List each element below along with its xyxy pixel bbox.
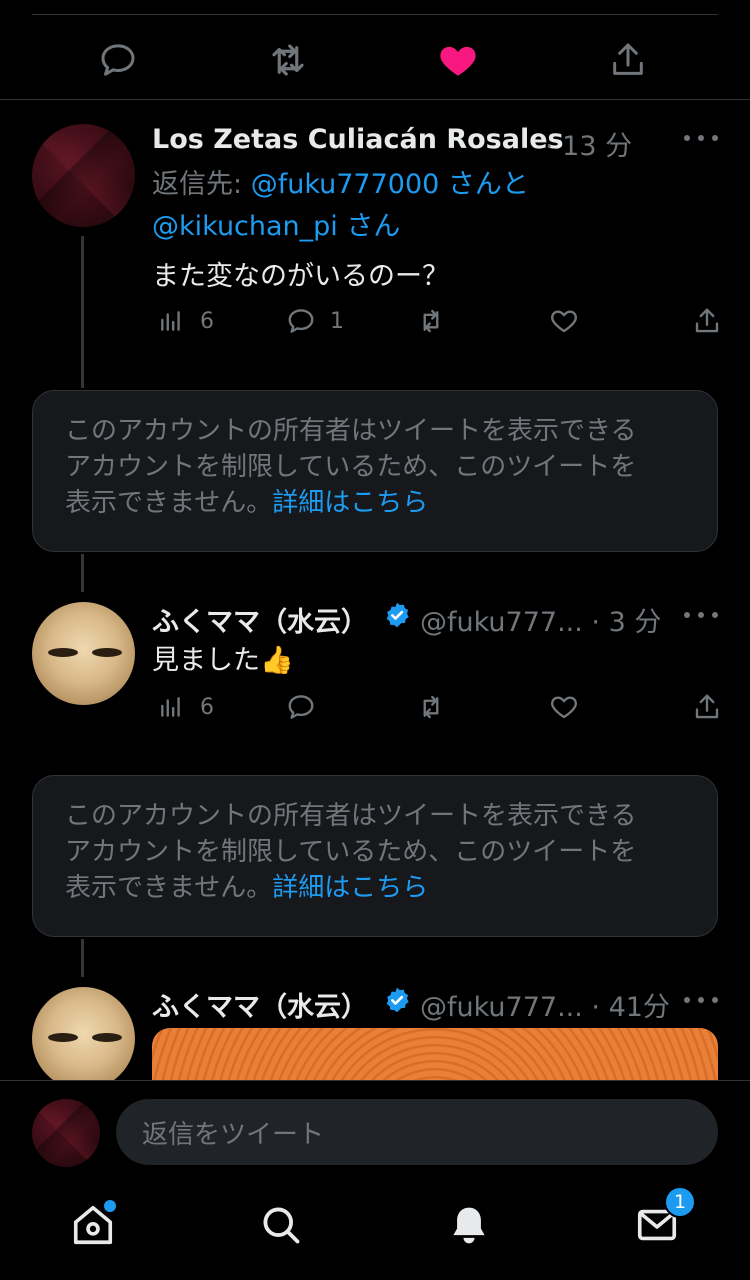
views-icon [156, 306, 186, 336]
search-icon [263, 1207, 300, 1244]
new-content-dot [104, 1200, 116, 1212]
reply-prefix: 返信先: [152, 169, 243, 200]
retweet-icon [272, 44, 304, 76]
like-metric[interactable] [549, 692, 579, 722]
reply-icon [101, 44, 135, 76]
reply-compose-bar: 返信をツイート [0, 1080, 750, 1180]
reply-to-line: 返信先: @fuku777000 さんと [152, 162, 529, 201]
reply-count: 1 [330, 308, 344, 334]
bottom-tab-bar: 1 [0, 1180, 750, 1280]
avatar[interactable] [32, 987, 135, 1090]
messages-badge: 1 [664, 1186, 696, 1218]
verified-badge-icon [386, 602, 409, 628]
focused-tweet-actions [0, 0, 750, 100]
tab-home[interactable] [68, 1200, 118, 1250]
avatar[interactable] [32, 602, 135, 705]
reply-user-link[interactable]: @kikuchan_pi [152, 211, 338, 242]
views-metric[interactable]: 6 [156, 692, 214, 722]
reply-icon [286, 306, 316, 336]
notice-line: 表示できません。 [65, 488, 273, 518]
share-icon [613, 43, 643, 75]
retweet-icon [416, 692, 446, 722]
tweet-handle-time: @fuku777... · 3 分 [420, 607, 662, 638]
avatar[interactable] [32, 124, 135, 227]
notice-line: このアカウントの所有者はツイートを表示できる [65, 801, 637, 831]
notice-line: このアカウントの所有者はツイートを表示できる [65, 416, 637, 446]
restricted-tweet-notice: このアカウントの所有者はツイートを表示できる アカウントを制限しているため、この… [32, 390, 718, 552]
reply-icon [286, 692, 316, 722]
retweet-button[interactable] [266, 38, 310, 82]
retweet-metric[interactable] [416, 692, 446, 722]
views-icon [156, 692, 186, 722]
my-avatar[interactable] [32, 1099, 100, 1167]
tweet-handle-time: @fuku777... · 41分 [420, 992, 670, 1023]
reply-metric[interactable]: 1 [286, 306, 344, 336]
share-metric[interactable] [692, 692, 722, 722]
tab-search[interactable] [256, 1200, 306, 1250]
heart-icon [549, 306, 579, 336]
retweet-metric[interactable] [416, 306, 446, 336]
heart-icon [549, 692, 579, 722]
learn-more-link[interactable]: 詳細はこちら [272, 488, 428, 518]
restricted-tweet-notice: このアカウントの所有者はツイートを表示できる アカウントを制限しているため、この… [32, 775, 718, 937]
author-name[interactable]: ふくママ（水云） [152, 600, 368, 639]
reply-button[interactable] [96, 38, 140, 82]
reply-input[interactable]: 返信をツイート [116, 1099, 718, 1165]
views-metric[interactable]: 6 [156, 306, 214, 336]
notice-line: アカウントを制限しているため、このツイートを [65, 837, 637, 867]
bell-icon [453, 1207, 485, 1244]
like-metric[interactable] [549, 306, 579, 336]
tweet-text: また変なのがいるのー？ [152, 261, 449, 292]
share-metric[interactable] [692, 306, 722, 336]
heart-filled-icon [440, 46, 476, 76]
reply-suffix: さん [346, 211, 401, 242]
tab-messages[interactable]: 1 [632, 1186, 696, 1250]
reply-mid: さんと [447, 169, 529, 200]
notice-line: アカウントを制限しているため、このツイートを [65, 452, 637, 482]
retweet-icon [416, 306, 446, 336]
notice-line: 表示できません。 [65, 873, 273, 903]
share-icon [692, 692, 722, 722]
thread-line [81, 554, 84, 592]
views-count: 6 [200, 308, 214, 334]
reply-to-line-2: @kikuchan_pi さん [152, 204, 400, 243]
tweet-text: 見ました👍 [152, 645, 294, 676]
more-options-button[interactable] [684, 605, 718, 625]
more-options-button[interactable] [684, 128, 718, 148]
verified-badge-icon [386, 987, 409, 1013]
thread-line [81, 236, 84, 388]
reply-user-link[interactable]: @fuku777000 [251, 169, 440, 200]
like-button[interactable] [436, 38, 480, 82]
thread-line [81, 939, 84, 977]
learn-more-link[interactable]: 詳細はこちら [272, 873, 428, 903]
author-name[interactable]: ふくママ（水云） [152, 985, 368, 1024]
share-button[interactable] [606, 38, 650, 82]
reply-metric[interactable] [286, 692, 316, 722]
tab-notifications[interactable] [444, 1200, 494, 1250]
tweet-time: · 13 分 [545, 131, 633, 162]
author-name[interactable]: Los Zetas Culiacán Rosales [152, 124, 564, 155]
more-options-button[interactable] [684, 990, 718, 1010]
views-count: 6 [200, 694, 214, 720]
share-icon [692, 306, 722, 336]
